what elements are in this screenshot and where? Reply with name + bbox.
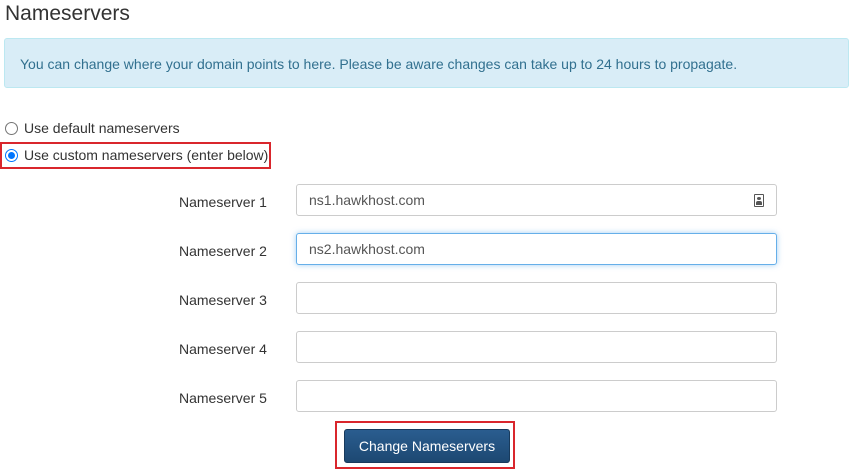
nameserver-5-label: Nameserver 5	[179, 390, 267, 406]
custom-option-highlight	[0, 142, 271, 169]
nameservers-page: Nameservers You can change where your do…	[0, 0, 854, 471]
nameserver-3-input[interactable]	[296, 282, 777, 314]
nameserver-1-input[interactable]	[296, 184, 777, 216]
nameserver-2-label: Nameserver 2	[179, 243, 267, 259]
radio-default-nameservers[interactable]: Use default nameservers	[5, 120, 180, 136]
info-alert: You can change where your domain points …	[4, 38, 849, 88]
change-nameservers-button[interactable]: Change Nameservers	[344, 429, 510, 463]
nameserver-4-label: Nameserver 4	[179, 341, 267, 357]
nameserver-2-input[interactable]	[296, 233, 777, 265]
radio-default-label: Use default nameservers	[24, 120, 180, 136]
nameserver-1-label: Nameserver 1	[179, 194, 267, 210]
radio-default-button[interactable]	[5, 121, 18, 135]
page-title: Nameservers	[5, 2, 130, 25]
nameserver-3-label: Nameserver 3	[179, 292, 267, 308]
nameserver-4-input[interactable]	[296, 331, 777, 363]
contact-card-icon[interactable]	[754, 194, 764, 207]
nameserver-5-input[interactable]	[296, 380, 777, 412]
